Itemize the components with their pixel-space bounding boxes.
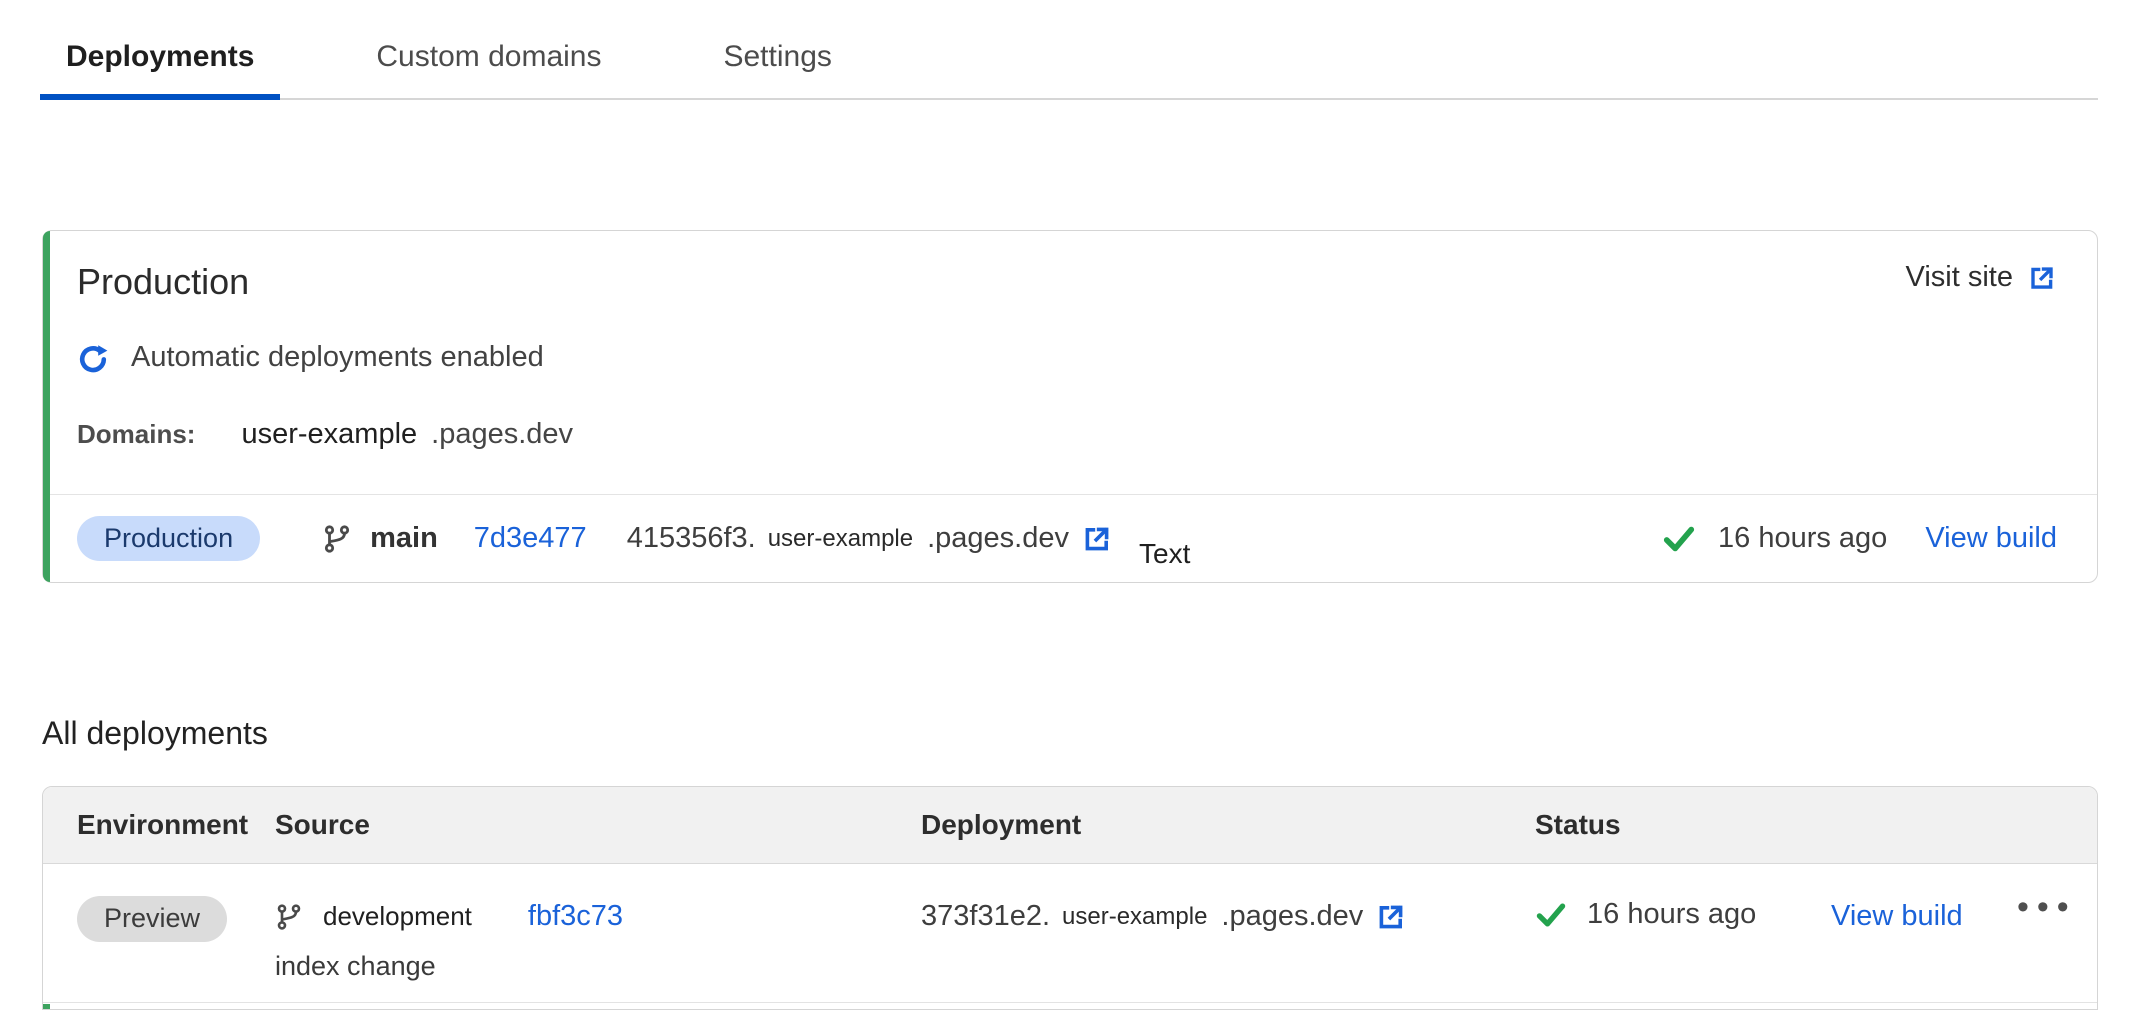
status-cell: 16 hours ago (1535, 864, 1831, 931)
production-card-header: Production Visit site (77, 261, 2057, 303)
domains-label: Domains: (77, 419, 195, 450)
production-deployment-row: Production main 7d3e477 415356f3. user-e… (43, 494, 2097, 582)
column-header-status: Status (1535, 809, 1831, 841)
production-card-body: Production Visit site (43, 231, 2097, 451)
deployments-page: Deployments Custom domains Settings Prod… (0, 0, 2132, 1012)
git-branch-icon (275, 903, 303, 931)
deployment-url-subdomain: user-example (1062, 903, 1207, 931)
next-deployment-row-partial (43, 1002, 2097, 1010)
external-link-icon (2027, 263, 2057, 293)
environment-badge-preview: Preview (77, 896, 227, 942)
refresh-icon (77, 342, 109, 374)
view-build-link[interactable]: View build (1831, 900, 1963, 932)
success-check-icon (1535, 899, 1567, 931)
commit-sha-link[interactable]: 7d3e477 (474, 522, 587, 555)
column-header-source: Source (275, 809, 921, 841)
status-time: 16 hours ago (1718, 522, 1887, 555)
tab-bar: Deployments Custom domains Settings (40, 0, 2098, 100)
domains-row: Domains: user-example .pages.dev (77, 418, 2057, 451)
visit-site-link[interactable]: Visit site (1906, 261, 2057, 294)
domain-suffix: .pages.dev (431, 418, 573, 451)
all-deployments-heading: All deployments (42, 715, 2098, 752)
production-title: Production (77, 261, 249, 303)
table-row: Preview development fbf3c73 (43, 864, 2097, 1002)
deployment-cell: 373f31e2. user-example .pages.dev (921, 864, 1535, 933)
deployment-status: 16 hours ago (1662, 522, 1887, 556)
branch-name: main (370, 522, 438, 555)
domain-subdomain: user-example (241, 418, 417, 451)
source-branch-group: development fbf3c73 (275, 900, 921, 933)
source-branch-group: main (322, 522, 438, 555)
success-check-icon (1662, 522, 1696, 556)
view-build-cell: View build (1831, 864, 2017, 933)
all-deployments-table: Environment Source Deployment Status Pre… (42, 786, 2098, 1010)
production-card: Production Visit site (42, 230, 2098, 583)
tab-custom-domains[interactable]: Custom domains (350, 40, 627, 98)
deployment-url-suffix: .pages.dev (1221, 900, 1363, 933)
deployment-url-prefix: 373f31e2. (921, 900, 1050, 933)
source-cell: development fbf3c73 index change (275, 864, 921, 982)
environment-badge-production: Production (77, 516, 260, 562)
deployment-url-suffix: .pages.dev (927, 522, 1069, 555)
column-header-environment: Environment (77, 809, 275, 841)
column-header-deployment: Deployment (921, 809, 1535, 841)
text-annotation: Text (1139, 538, 1190, 570)
commit-sha-link[interactable]: fbf3c73 (528, 900, 623, 933)
view-build-link[interactable]: View build (1925, 522, 2057, 555)
automatic-deployments-row: Automatic deployments enabled (77, 341, 2057, 374)
deployment-url-subdomain: user-example (768, 525, 913, 553)
more-options-button[interactable]: ••• (2017, 864, 2087, 924)
tab-settings[interactable]: Settings (697, 40, 857, 98)
table-header-row: Environment Source Deployment Status (43, 787, 2097, 864)
automatic-deployments-text: Automatic deployments enabled (131, 341, 544, 374)
tab-deployments[interactable]: Deployments (40, 40, 280, 98)
deployment-url: 373f31e2. user-example .pages.dev (921, 900, 1535, 933)
visit-site-label: Visit site (1906, 261, 2013, 294)
production-status-bar (43, 231, 50, 582)
status-time: 16 hours ago (1587, 898, 1756, 931)
deployment-url: 415356f3. user-example .pages.dev (627, 522, 1113, 555)
external-link-icon[interactable] (1375, 901, 1407, 933)
external-link-icon[interactable] (1081, 523, 1113, 555)
git-branch-icon (322, 524, 352, 554)
environment-cell: Preview (77, 864, 275, 942)
deployment-url-prefix: 415356f3. (627, 522, 756, 555)
commit-message: index change (275, 951, 921, 982)
production-status-bar (43, 1004, 50, 1010)
branch-name: development (323, 901, 472, 932)
